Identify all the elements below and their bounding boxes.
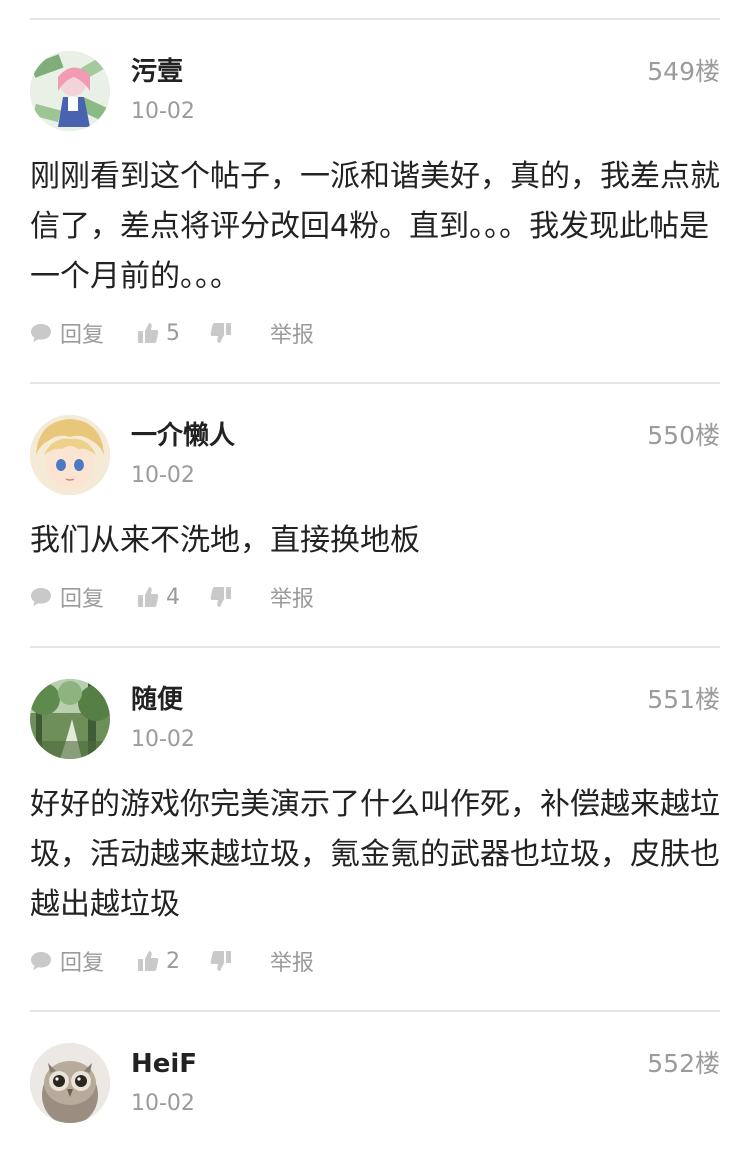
username[interactable]: HeiF: [131, 1047, 197, 1081]
post-date: 10-02: [131, 727, 195, 752]
thumbs-down-icon: [210, 950, 232, 972]
user-avatar[interactable]: [30, 51, 110, 131]
thumbs-up-icon: [137, 950, 159, 972]
comment-feed: 污壹 10-02 549楼 刚刚看到这个帖子，一派和谐美好，真的，我差点就信了，…: [0, 0, 730, 1155]
comment-text: 我们从来不洗地，直接换地板: [30, 523, 420, 558]
floor-number: 551楼: [647, 685, 720, 714]
username[interactable]: 一介懒人: [131, 419, 235, 453]
thumbs-down-icon: [210, 586, 232, 608]
floor-number: 552楼: [647, 1049, 720, 1078]
reply-button[interactable]: 回复: [30, 582, 137, 612]
like-count: 2: [166, 948, 180, 974]
user-avatar[interactable]: [30, 415, 110, 495]
report-button[interactable]: 举报: [270, 946, 314, 976]
dislike-button[interactable]: [210, 582, 270, 612]
like-count: 4: [166, 584, 180, 610]
thumbs-up-icon: [137, 322, 159, 344]
post-date: 10-02: [131, 1091, 195, 1116]
username[interactable]: 污壹: [131, 55, 183, 89]
comment-post: 一介懒人 10-02 550楼 我们从来不洗地，直接换地板 回复 4 举报: [0, 384, 730, 646]
dislike-button[interactable]: [210, 318, 270, 348]
thumbs-up-icon: [137, 586, 159, 608]
report-button[interactable]: 举报: [270, 582, 314, 612]
post-date: 10-02: [131, 463, 195, 488]
reply-button[interactable]: 回复: [30, 318, 137, 348]
report-label: 举报: [270, 587, 315, 612]
reply-label: 回复: [60, 323, 105, 348]
speech-bubble-icon: [30, 951, 52, 971]
floor-number: 549楼: [647, 57, 720, 86]
comment-post: 污壹 10-02 549楼 刚刚看到这个帖子，一派和谐美好，真的，我差点就信了，…: [0, 20, 730, 382]
report-button[interactable]: 举报: [270, 318, 314, 348]
like-button[interactable]: 4: [137, 582, 210, 612]
user-avatar[interactable]: [30, 1043, 110, 1123]
user-avatar[interactable]: [30, 679, 110, 759]
post-date: 10-02: [131, 99, 195, 124]
dislike-button[interactable]: [210, 946, 270, 976]
like-count: 5: [166, 320, 180, 346]
comment-actions: 回复 4 举报: [30, 582, 314, 612]
thumbs-down-icon: [210, 322, 232, 344]
like-button[interactable]: 5: [137, 318, 210, 348]
comment-text: 刚刚看到这个帖子，一派和谐美好，真的，我差点就信了，差点将评分改回4粉。直到。。…: [30, 159, 720, 294]
speech-bubble-icon: [30, 587, 52, 607]
reply-label: 回复: [60, 951, 105, 976]
like-button[interactable]: 2: [137, 946, 210, 976]
comment-text: 好好的游戏你完美演示了什么叫作死，补偿越来越垃圾，活动越来越垃圾，氪金氪的武器也…: [30, 787, 720, 922]
report-label: 举报: [270, 323, 315, 348]
comment-post: 随便 10-02 551楼 好好的游戏你完美演示了什么叫作死，补偿越来越垃圾，活…: [0, 648, 730, 1010]
comment-actions: 回复 2 举报: [30, 946, 314, 976]
comment-post: HeiF 10-02 552楼: [0, 1012, 730, 1155]
speech-bubble-icon: [30, 323, 52, 343]
comment-actions: 回复 5 举报: [30, 318, 314, 348]
reply-label: 回复: [60, 587, 105, 612]
floor-number: 550楼: [647, 421, 720, 450]
reply-button[interactable]: 回复: [30, 946, 137, 976]
username[interactable]: 随便: [131, 683, 183, 717]
report-label: 举报: [270, 951, 315, 976]
